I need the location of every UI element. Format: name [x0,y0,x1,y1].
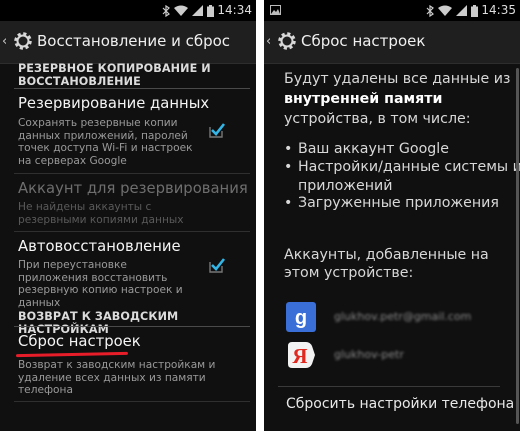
account-row-google: g glukhov.petr@gmail.com [286,302,506,332]
action-bar: ‹ Восстановление и сброс [0,21,256,64]
status-time: 14:34 [217,3,252,17]
svg-text:g: g [295,307,307,329]
list-divider [14,401,250,402]
section-header-line: РЕЗЕРВНОЕ КОПИРОВАНИЕ И [18,62,211,75]
intro-text-bold: внутренней памяти [284,91,443,107]
gear-icon[interactable] [12,30,34,52]
status-icons [162,4,214,17]
intro-text-line: Будут удалены все данные из [284,71,511,87]
setting-title: Сброс настроек [18,333,141,350]
signal-icon [456,5,467,16]
setting-summary: Не найдены аккаунты с резервными копиями… [18,201,184,226]
reset-phone-button-label: Сбросить настройки телефона [286,396,515,412]
battery-icon [471,4,478,17]
wifi-icon [174,5,188,16]
intro-text-line: устройства, в том числе: [284,111,471,127]
google-account-icon: g [286,302,316,332]
status-time: 14:35 [481,3,516,17]
setting-title: Автовосстановление [18,238,181,255]
bluetooth-icon [426,4,434,17]
list-item: • Загруженные приложения [284,195,499,211]
list-item: • Настройки/данные системы и [284,159,520,175]
highlight-underline [15,351,129,358]
page-title: Восстановление и сброс [37,32,231,50]
status-bar: 14:35 [264,0,520,21]
setting-summary: Сохранять резервные копии данных приложе… [18,117,193,167]
auto-restore-checkbox[interactable] [208,256,226,274]
battery-icon [207,4,214,17]
setting-summary: При переустановке приложения восстановит… [18,259,183,309]
bluetooth-icon [162,4,170,17]
back-chevron-icon[interactable]: ‹ [266,34,271,49]
back-chevron-icon[interactable]: ‹ [2,34,7,49]
status-icons [426,4,478,17]
image-notification-icon [270,5,281,15]
account-name: glukhov-petr [334,348,404,361]
setting-title: Резервирование данных [18,95,210,112]
reset-phone-button[interactable]: Сбросить настройки телефона [278,386,514,423]
accounts-label-line: Аккаунты, добавленные на [284,247,489,263]
yandex-account-icon: Я [288,342,315,368]
list-divider [14,231,250,232]
left-phone-screen: 14:34 ‹ Восстановление и сброс РЕЗЕРВНОЕ… [0,0,256,431]
section-divider [14,326,250,327]
account-row-yandex: Я glukhov-petr [286,340,506,370]
section-header-line: ВОССТАНОВЛЕНИЕ [18,75,141,88]
action-bar: ‹ Сброс настроек [264,21,520,64]
setting-title: Аккаунт для резервирования [18,180,248,197]
list-divider [14,173,250,174]
gear-icon[interactable] [276,30,298,52]
section-divider [14,88,250,89]
bullet-text: Загруженные приложения [298,195,499,211]
status-bar: 14:34 [0,0,256,21]
svg-text:Я: Я [292,344,307,368]
scrollbar[interactable] [516,68,519,424]
right-phone-screen: 14:35 ‹ Сброс настроек Будут удалены все… [264,0,520,431]
bullet-text: Настройки/данные системы и [298,159,520,175]
accounts-label-line: этом устройстве: [284,265,414,281]
section-header-backup: РЕЗЕРВНОЕ КОПИРОВАНИЕ И ВОССТАНОВЛЕНИЕ [18,62,211,88]
wifi-icon [438,5,452,16]
page-title: Сброс настроек [301,32,426,50]
setting-summary: Возврат к заводским настройкам и удалени… [18,359,216,396]
list-item: • Ваш аккаунт Google [284,141,449,157]
backup-data-checkbox[interactable] [208,121,226,139]
signal-icon [192,5,203,16]
bullet-text: Ваш аккаунт Google [298,141,449,157]
account-name: glukhov.petr@gmail.com [334,310,472,323]
